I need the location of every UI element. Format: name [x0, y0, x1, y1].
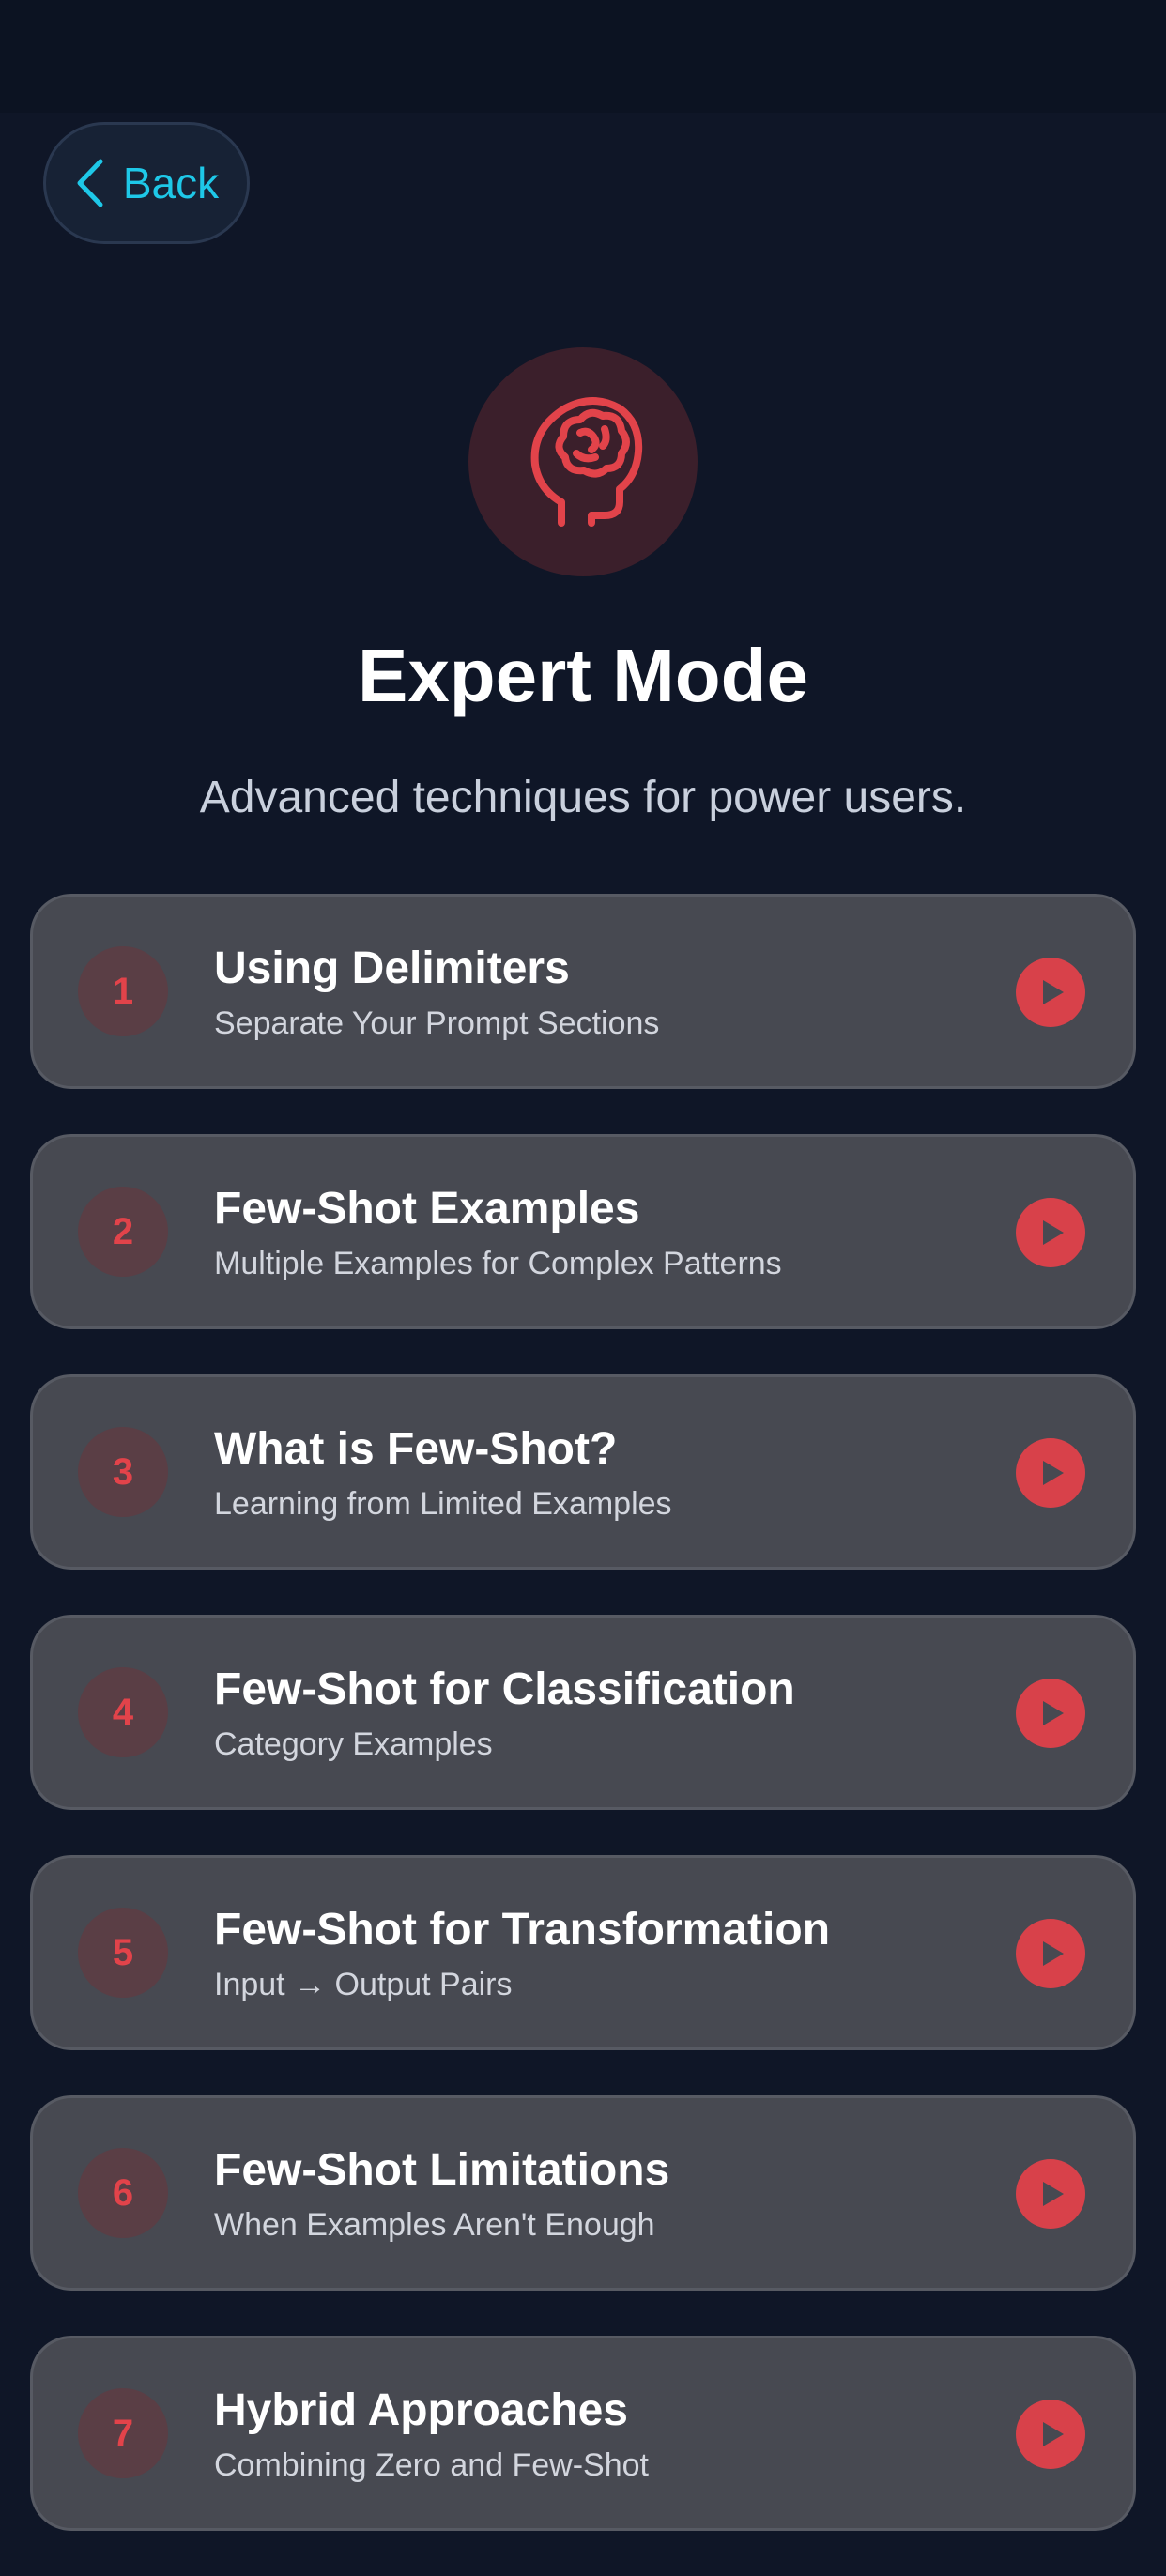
lesson-title: Few-Shot for Classification	[214, 1664, 795, 1714]
lesson-card-1[interactable]: 1 Using Delimiters Separate Your Prompt …	[30, 894, 1136, 1089]
lesson-title: Using Delimiters	[214, 943, 570, 993]
play-icon[interactable]	[1016, 958, 1085, 1027]
lesson-number-badge: 6	[78, 2148, 168, 2238]
page-subtitle: Advanced techniques for power users.	[199, 773, 967, 822]
lesson-card-5[interactable]: 5 Few-Shot for Transformation Input → Ou…	[30, 1855, 1136, 2050]
lesson-subtitle: When Examples Aren't Enough	[214, 2207, 655, 2243]
lesson-number-badge: 3	[78, 1427, 168, 1517]
lesson-card-6[interactable]: 6 Few-Shot Limitations When Examples Are…	[30, 2095, 1136, 2291]
lesson-number-badge: 1	[78, 946, 168, 1036]
lesson-card-2[interactable]: 2 Few-Shot Examples Multiple Examples fo…	[30, 1134, 1136, 1329]
lesson-title: Hybrid Approaches	[214, 2385, 628, 2435]
play-icon[interactable]	[1016, 1198, 1085, 1267]
status-bar-area	[0, 0, 1166, 113]
lesson-list: 1 Using Delimiters Separate Your Prompt …	[30, 894, 1136, 2576]
lesson-subtitle: Learning from Limited Examples	[214, 1486, 672, 1522]
back-label: Back	[122, 159, 220, 207]
play-icon[interactable]	[1016, 2400, 1085, 2469]
play-icon[interactable]	[1016, 2159, 1085, 2229]
play-icon[interactable]	[1016, 1438, 1085, 1508]
lesson-number-badge: 7	[78, 2388, 168, 2478]
lesson-title: Few-Shot Limitations	[214, 2145, 670, 2195]
lesson-subtitle: Multiple Examples for Complex Patterns	[214, 1246, 782, 1281]
lesson-card-7[interactable]: 7 Hybrid Approaches Combining Zero and F…	[30, 2336, 1136, 2531]
page-title: Expert Mode	[357, 634, 809, 717]
lesson-subtitle: Separate Your Prompt Sections	[214, 1005, 660, 1041]
lesson-card-3[interactable]: 3 What is Few-Shot? Learning from Limite…	[30, 1374, 1136, 1570]
lesson-card-4[interactable]: 4 Few-Shot for Classification Category E…	[30, 1615, 1136, 1810]
lesson-subtitle: Input → Output Pairs	[214, 1967, 513, 2002]
back-button[interactable]: Back	[43, 122, 250, 244]
lesson-number-badge: 2	[78, 1187, 168, 1277]
lesson-number-badge: 4	[78, 1667, 168, 1757]
lesson-subtitle: Combining Zero and Few-Shot	[214, 2447, 650, 2483]
play-icon[interactable]	[1016, 1919, 1085, 1988]
lesson-title: Few-Shot for Transformation	[214, 1905, 831, 1955]
play-icon[interactable]	[1016, 1679, 1085, 1748]
brain-head-icon	[468, 347, 698, 576]
lesson-subtitle: Category Examples	[214, 1726, 493, 1762]
lesson-title: Few-Shot Examples	[214, 1184, 640, 1234]
chevron-left-icon	[74, 158, 106, 208]
lesson-number-badge: 5	[78, 1908, 168, 1998]
lesson-title: What is Few-Shot?	[214, 1424, 618, 1474]
